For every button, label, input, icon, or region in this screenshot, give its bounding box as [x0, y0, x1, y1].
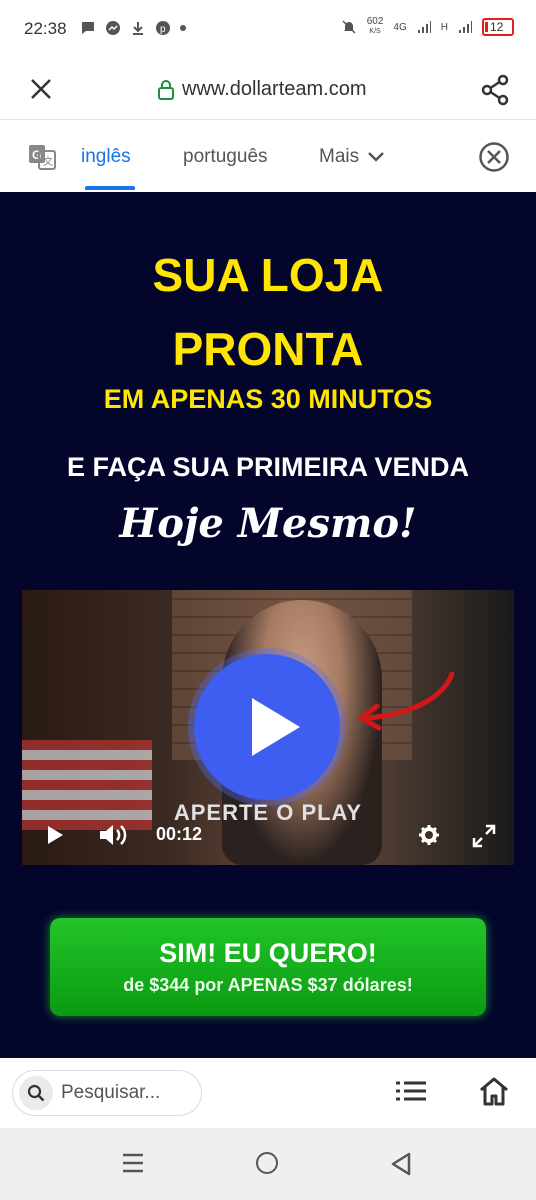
- settings-gear-icon[interactable]: [418, 824, 440, 846]
- network-type-2: H: [440, 21, 448, 33]
- svg-text:p: p: [160, 24, 166, 35]
- battery-level: 12: [490, 20, 504, 34]
- chat-icon: [82, 22, 94, 34]
- headline-line-3: EM APENAS 30 MINUTOS: [103, 384, 433, 414]
- headline-line-1: SUA LOJA: [152, 249, 384, 301]
- fullscreen-icon[interactable]: [472, 824, 496, 848]
- play-button-large[interactable]: [194, 654, 340, 800]
- lock-icon: [158, 79, 174, 100]
- download-icon: [133, 22, 143, 35]
- back-icon[interactable]: [390, 1152, 412, 1176]
- url-display[interactable]: www.dollarteam.com: [158, 78, 367, 101]
- notification-icons: p: [80, 20, 186, 36]
- chevron-down-icon: [368, 152, 385, 162]
- system-icons: 602 K/S 4G H 12: [341, 17, 514, 37]
- pinterest-icon: p: [156, 21, 170, 35]
- browser-url-bar: www.dollarteam.com: [0, 60, 536, 120]
- tab-portuguese[interactable]: português: [183, 146, 268, 168]
- close-icon[interactable]: [28, 76, 54, 102]
- close-translate-icon[interactable]: [478, 141, 510, 173]
- buy-now-button[interactable]: SIM! EU QUERO! de $344 por APENAS $37 dó…: [50, 918, 486, 1016]
- video-controls: 00:12: [22, 818, 514, 858]
- net-speed-unit: K/S: [369, 28, 381, 35]
- home-nav-icon[interactable]: [256, 1152, 278, 1174]
- net-speed: 602: [366, 16, 384, 27]
- signal-icon-2: [459, 21, 472, 33]
- cta-subtitle: de $344 por APENAS $37 dólares!: [123, 975, 413, 995]
- share-icon[interactable]: [480, 74, 510, 106]
- script-tagline: Hoje Mesmo!: [119, 500, 417, 547]
- search-box[interactable]: [12, 1070, 202, 1116]
- status-bar: 22:38 p 602 K/S 4G H 12: [0, 0, 536, 60]
- tab-english[interactable]: inglês: [81, 146, 131, 168]
- more-notifications-icon: [180, 25, 186, 31]
- play-icon[interactable]: [46, 825, 64, 845]
- more-languages-button[interactable]: Mais: [319, 146, 385, 168]
- url-text: www.dollarteam.com: [182, 78, 367, 100]
- search-icon: [19, 1076, 53, 1110]
- cta-title: SIM! EU QUERO!: [159, 938, 377, 968]
- battery-icon: 12: [482, 18, 514, 36]
- video-player[interactable]: APERTE O PLAY 00:12: [22, 590, 514, 865]
- landing-hero: SUA LOJA PRONTA EM APENAS 30 MINUTOS E F…: [0, 192, 536, 1058]
- recent-apps-icon[interactable]: [122, 1153, 144, 1173]
- svg-text:文: 文: [43, 155, 53, 168]
- list-icon[interactable]: [396, 1080, 426, 1102]
- video-time: 00:12: [156, 824, 203, 844]
- headline-line-2: PRONTA: [172, 323, 364, 375]
- google-translate-icon: G文: [29, 145, 56, 170]
- search-input[interactable]: [61, 1082, 191, 1104]
- translate-bar: G文 inglês português Mais: [0, 120, 536, 192]
- messenger-icon: [106, 21, 120, 35]
- active-tab-indicator: [85, 186, 135, 190]
- browser-bottom-bar: [0, 1058, 536, 1128]
- signal-icon: [417, 21, 431, 33]
- status-time: 22:38: [24, 19, 67, 38]
- more-label: Mais: [319, 146, 360, 167]
- home-icon[interactable]: [478, 1076, 510, 1106]
- mute-icon: [342, 20, 356, 34]
- network-type: 4G: [393, 21, 407, 33]
- volume-icon[interactable]: [98, 823, 130, 847]
- red-arrow-icon: [358, 671, 455, 731]
- system-nav-bar: [0, 1128, 536, 1200]
- subheadline: E FAÇA SUA PRIMEIRA VENDA: [66, 452, 470, 482]
